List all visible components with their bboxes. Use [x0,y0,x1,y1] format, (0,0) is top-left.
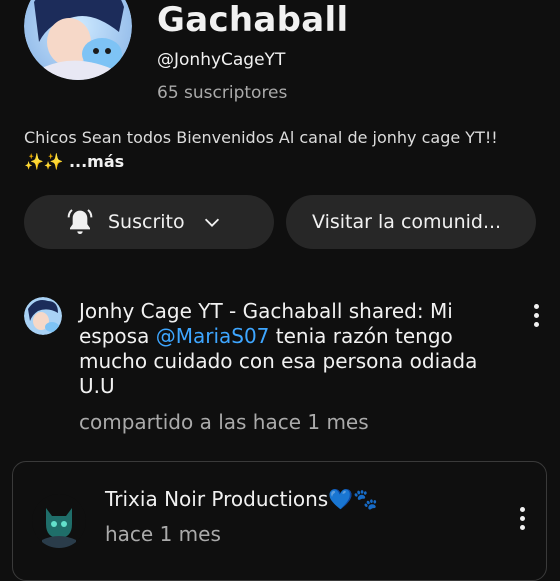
description-emoji: ✨✨ [24,152,64,171]
post-mention-link[interactable]: @MariaS07 [156,324,270,348]
channel-avatar[interactable] [24,0,132,80]
visit-community-button[interactable]: Visitar la comunid... [286,195,536,249]
description-text: Chicos Sean todos Bienvenidos Al canal d… [24,128,498,147]
subscriber-count: 65 suscriptores [157,83,288,103]
channel-handle: @JonhyCageYT [157,50,286,70]
subscribed-button[interactable]: Suscrito [24,195,274,249]
channel-description[interactable]: Chicos Sean todos Bienvenidos Al canal d… [24,126,544,174]
bell-icon [67,209,93,234]
visit-community-label: Visitar la comunid... [312,211,502,233]
shared-post-time: hace 1 mes [105,522,221,546]
post-more-icon[interactable] [531,304,541,330]
post-text: Jonhy Cage YT - Gachaball shared: Mi esp… [79,299,499,399]
chevron-down-icon [204,218,219,227]
shared-author-name[interactable]: Trixia Noir Productions💙🐾 [105,487,378,511]
more-link[interactable]: ...más [69,152,124,171]
channel-title: Gachaball [157,0,349,40]
shared-author-avatar[interactable] [32,494,86,548]
shared-post-card[interactable] [12,461,547,581]
post-meta: compartido a las hace 1 mes [79,410,369,434]
shared-post-more-icon[interactable] [517,507,527,533]
post-author-avatar[interactable] [24,297,62,335]
subscribed-label: Suscrito [108,211,185,233]
